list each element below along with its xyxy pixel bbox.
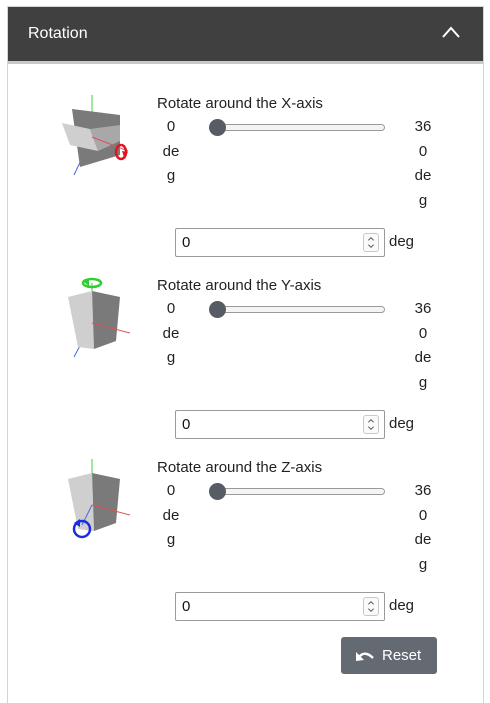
slider-min-label: 0 de g — [162, 118, 180, 184]
rotate-x-slider[interactable] — [215, 124, 385, 131]
stepper-icon[interactable] — [363, 233, 379, 252]
rotate-y-input[interactable]: 0 — [175, 410, 385, 439]
rotate-y-axis-icon — [68, 277, 131, 358]
stepper-icon[interactable] — [363, 415, 379, 434]
panel-header[interactable]: Rotation — [8, 7, 483, 64]
slider-min-label: 0 de g — [162, 482, 180, 548]
rotation-panel: Rotation Rotate around the X-axis 0 de g… — [7, 6, 484, 703]
slider-max-label: 36 0 de g — [414, 300, 432, 391]
rotate-y-value: 0 — [182, 416, 191, 433]
unit-label: deg — [389, 233, 415, 250]
slider-max-label: 36 0 de g — [414, 118, 432, 209]
slider-min-label: 0 de g — [162, 300, 180, 366]
rotate-x-value: 0 — [182, 234, 191, 251]
unit-label: deg — [389, 597, 415, 614]
reset-label: Reset — [382, 647, 422, 664]
panel-title: Rotation — [28, 25, 88, 42]
stepper-icon[interactable] — [363, 597, 379, 616]
unit-label: deg — [389, 415, 415, 432]
rotate-z-label: Rotate around the Z-axis — [157, 459, 323, 476]
rotate-x-label: Rotate around the X-axis — [157, 95, 323, 112]
rotation-x-control: Rotate around the X-axis 0 de g 36 0 de … — [8, 95, 483, 275]
rotation-y-control: Rotate around the Y-axis 0 de g 36 0 de … — [8, 277, 483, 457]
rotate-y-slider-thumb[interactable] — [208, 301, 226, 318]
rotate-z-input[interactable]: 0 — [175, 592, 385, 621]
undo-icon — [356, 652, 374, 661]
rotate-z-value: 0 — [182, 598, 191, 615]
rotate-z-slider[interactable] — [215, 488, 385, 495]
reset-button[interactable]: Reset — [341, 637, 437, 674]
rotate-y-label: Rotate around the Y-axis — [157, 277, 322, 294]
rotate-z-slider-thumb[interactable] — [208, 483, 226, 500]
rotate-x-slider-thumb[interactable] — [208, 119, 226, 136]
rotate-x-axis-icon — [62, 95, 129, 176]
rotation-z-control: Rotate around the Z-axis 0 de g 36 0 de … — [8, 459, 483, 639]
rotate-x-input[interactable]: 0 — [175, 228, 385, 257]
rotate-z-axis-icon — [68, 459, 131, 539]
rotate-y-slider[interactable] — [215, 306, 385, 313]
chevron-up-icon[interactable] — [441, 25, 461, 39]
slider-max-label: 36 0 de g — [414, 482, 432, 573]
